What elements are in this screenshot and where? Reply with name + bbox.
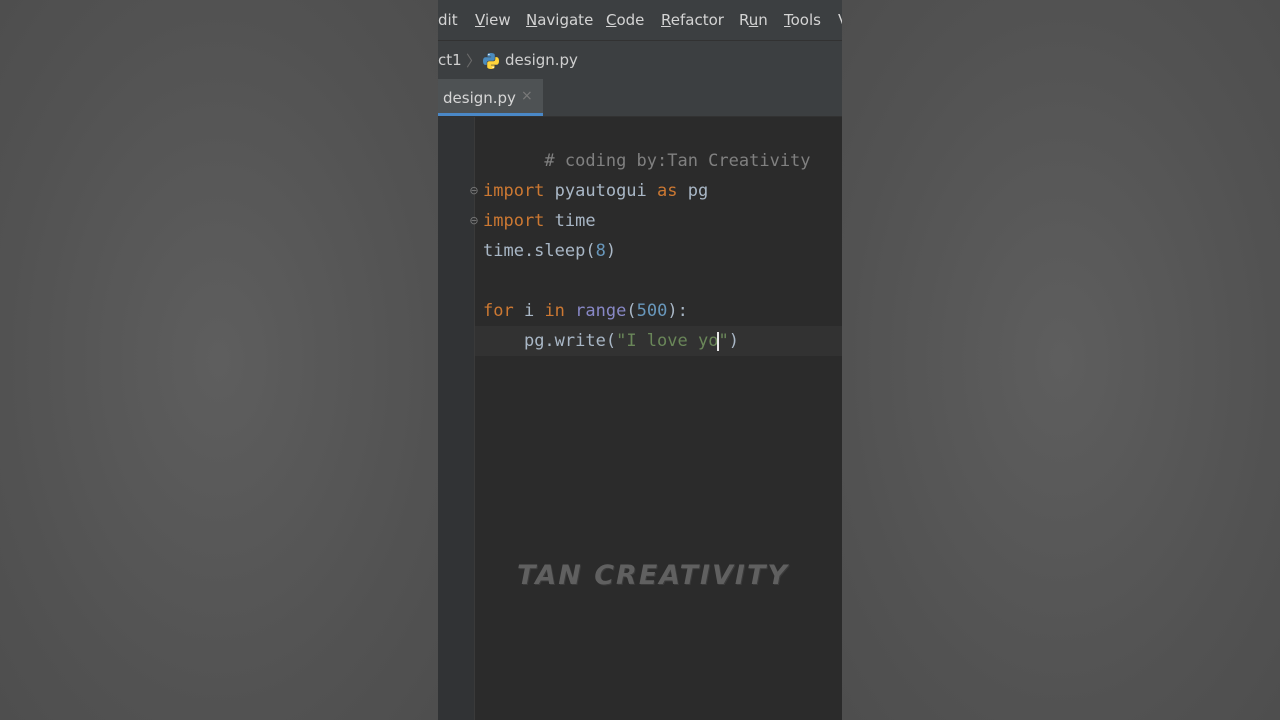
module-name: time: [544, 211, 596, 231]
close-icon[interactable]: ×: [521, 88, 533, 104]
keyword: as: [657, 181, 678, 201]
menu-bar: dit View Navigate Code Refactor Run Tool…: [438, 0, 842, 40]
builtin-range: range: [575, 301, 627, 321]
call-close: ): [605, 241, 617, 261]
menu-code[interactable]: Code: [606, 11, 644, 29]
menu-tools[interactable]: Tools: [784, 11, 821, 29]
code-line-8: pg.write("I love yo"): [483, 326, 739, 356]
code-line-5: time.sleep(8): [483, 236, 616, 266]
call-text: time.sleep(: [483, 241, 596, 261]
video-side-panel-left: [0, 0, 438, 720]
call-text: pg.write(: [523, 331, 617, 351]
menu-navigate[interactable]: Navigate: [526, 11, 593, 29]
number-literal: 8: [595, 241, 606, 261]
breadcrumb-project[interactable]: ct1: [438, 51, 462, 69]
ide-window: dit View Navigate Code Refactor Run Tool…: [438, 0, 842, 720]
menu-vcs[interactable]: V: [838, 11, 842, 29]
menu-edit[interactable]: dit: [438, 11, 458, 29]
breadcrumb-separator: 〉: [466, 52, 482, 70]
keyword: for: [483, 301, 514, 321]
code-editor[interactable]: # coding by:Tan Creativity import pyauto…: [475, 117, 842, 720]
number-literal: 500: [636, 301, 668, 321]
alias-name: pg: [677, 181, 709, 201]
editor-gutter: ⊖ ⊖: [438, 117, 479, 720]
module-name: pyautogui: [544, 181, 658, 201]
call-close: ): [728, 331, 739, 351]
watermark-text: TAN CREATIVITY: [517, 560, 789, 591]
comment: # coding by:Tan Creativity: [544, 151, 811, 171]
keyword: in: [544, 301, 565, 321]
code-line-1: # coding by:Tan Creativity: [483, 116, 810, 171]
keyword: import: [483, 181, 545, 201]
string-literal: "I love yo: [616, 331, 719, 351]
code-line-3: import pyautogui as pg: [483, 176, 708, 206]
code-line-7: for i in range(500):: [483, 301, 688, 321]
tab-design-py[interactable]: design.py ×: [438, 79, 543, 116]
navigation-bar: ct1 〉 design.py: [438, 40, 842, 80]
video-side-panel-right: [842, 0, 1280, 720]
tab-label: design.py: [443, 89, 516, 107]
menu-run[interactable]: Run: [739, 11, 768, 29]
menu-refactor[interactable]: Refactor: [661, 11, 724, 29]
code-line-4: import time: [483, 206, 596, 236]
menu-view[interactable]: View: [475, 11, 511, 29]
string-literal: ": [718, 331, 729, 351]
keyword: import: [483, 211, 545, 231]
loop-var: i: [513, 301, 545, 321]
breadcrumb-file[interactable]: design.py: [505, 51, 578, 69]
editor-tab-bar: design.py ×: [438, 79, 842, 117]
python-file-icon: [483, 53, 499, 69]
